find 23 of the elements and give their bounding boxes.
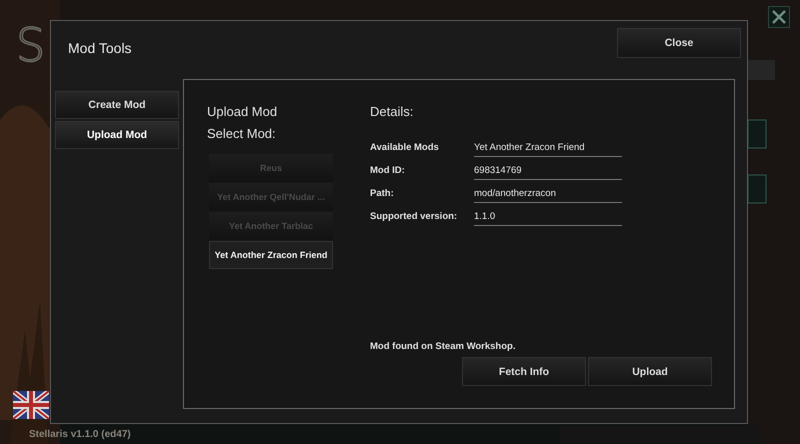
mod-list-item[interactable]: Yet Another Zracon Friend [209,241,333,269]
detail-label: Mod ID: [370,164,406,178]
dialog-title: Mod Tools [68,40,132,56]
version-label: Stellaris v1.1.0 (ed47) [29,429,131,441]
detail-label: Path: [370,187,395,201]
detail-value: 698314769 [474,163,622,180]
details-heading: Details: [370,104,414,121]
detail-label: Available Mods [370,141,440,155]
action-button[interactable]: Fetch Info [462,357,586,386]
detail-value: 1.1.0 [474,209,622,226]
close-button[interactable]: Close [617,28,741,58]
detail-value: Yet Another Zracon Friend [474,140,622,157]
flag-icon[interactable] [13,391,49,419]
close-icon[interactable] [768,6,790,28]
game-logo: S [16,22,46,68]
sidebar-tab[interactable]: Create Mod [55,91,179,119]
panel-heading: Upload Mod [207,104,278,121]
detail-label: Supported version: [370,210,458,224]
select-label: Select Mod: [207,126,277,143]
status-message: Mod found on Steam Workshop. [370,341,516,352]
action-button[interactable]: Upload [588,357,712,386]
sidebar-tab[interactable]: Upload Mod [55,121,179,149]
detail-value: mod/anotherzracon [474,186,622,203]
